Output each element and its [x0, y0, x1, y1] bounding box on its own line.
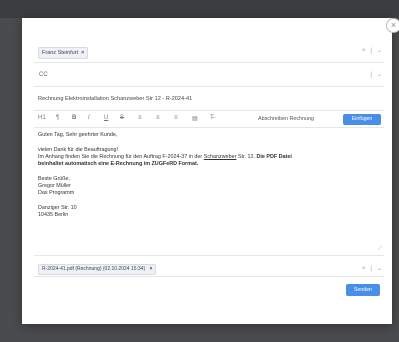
subject-field[interactable]: Rechnung Elektroinstallation Schanzweber…: [34, 90, 384, 111]
chevron-down-icon[interactable]: ⌄: [377, 48, 382, 54]
cc-field-controls: | ⌄: [365, 71, 382, 78]
italic-button[interactable]: I: [88, 115, 90, 121]
cc-label: CC: [39, 72, 48, 78]
strikethrough-button[interactable]: S: [120, 115, 124, 121]
to-field-controls: × | ⌄: [357, 47, 382, 54]
chevron-down-icon[interactable]: ⌄: [377, 72, 382, 78]
separator: |: [370, 48, 372, 54]
clear-attachment-icon[interactable]: ×: [362, 266, 366, 272]
clear-format-icon[interactable]: T̶: [210, 115, 214, 121]
editor-toolbar: H1 ¶ B I U S ≡ ≡ ≡ ▤ T̶ Abschreiben Rech…: [34, 112, 384, 128]
subject-input[interactable]: Rechnung Elektroinstallation Schanzweber…: [38, 96, 192, 102]
send-button[interactable]: Senden: [346, 284, 380, 296]
table-icon[interactable]: ▤: [192, 115, 198, 122]
company-name: Das Programm: [38, 190, 75, 196]
closing-line: Beste Grüße,: [38, 176, 71, 182]
signature-select[interactable]: Abschreiben Rechnung: [258, 116, 314, 122]
backdrop: [0, 0, 399, 18]
cc-field[interactable]: CC | ⌄: [34, 66, 384, 87]
remove-recipient-icon[interactable]: ×: [81, 50, 84, 56]
insert-button[interactable]: Einfügen: [343, 114, 381, 125]
recipient-chip[interactable]: Franz Steinfurt ×: [38, 47, 89, 59]
chevron-down-icon[interactable]: ⌄: [377, 266, 382, 272]
separator: |: [370, 72, 372, 78]
resize-handle-icon[interactable]: ⟋: [378, 246, 382, 253]
list-icon[interactable]: ≡: [174, 115, 178, 121]
clear-to-icon[interactable]: ×: [362, 48, 366, 54]
greeting-line: Guten Tag, Sehr geehrter Kunde,: [38, 132, 118, 138]
city-line: 10435 Berlin: [38, 212, 69, 218]
heading-button[interactable]: H1: [38, 115, 46, 121]
attachment-controls: × | ⌄: [357, 265, 382, 272]
recipient-name: Franz Steinfurt: [42, 50, 79, 56]
attachment-chip[interactable]: R-2024-41.pdf (Rechnung) (02.10.2024 15:…: [38, 264, 157, 275]
bold-button[interactable]: B: [72, 115, 76, 121]
close-icon[interactable]: ×: [386, 18, 399, 33]
street-line: Danziger Str. 10: [38, 205, 77, 211]
body-line: Im Anhang finden Sie die Rechnung für de…: [38, 154, 292, 160]
separator: |: [370, 266, 372, 272]
email-dialog: × Franz Steinfurt × × | ⌄ CC | ⌄ Rechnung El…: [22, 18, 399, 324]
underline-button[interactable]: U: [104, 115, 108, 121]
paragraph-button[interactable]: ¶: [56, 115, 59, 121]
align-center-icon[interactable]: ≡: [156, 115, 160, 121]
attachment-field[interactable]: R-2024-41.pdf (Rechnung) (02.10.2024 15:…: [34, 262, 384, 277]
remove-attachment-icon[interactable]: ×: [150, 266, 153, 272]
to-field[interactable]: Franz Steinfurt × × | ⌄: [34, 42, 384, 63]
body-line: vielen Dank für die Beauftragung!: [38, 147, 119, 153]
attachment-filename: R-2024-41.pdf (Rechnung) (02.10.2024 15:…: [42, 266, 146, 272]
align-left-icon[interactable]: ≡: [138, 115, 142, 121]
body-line-bold: beinhaltet automatisch eine E-Rechnung i…: [38, 161, 199, 167]
message-editor[interactable]: Guten Tag, Sehr geehrter Kunde, vielen D…: [34, 128, 384, 256]
signer-name: Gregor Müller: [38, 183, 71, 189]
